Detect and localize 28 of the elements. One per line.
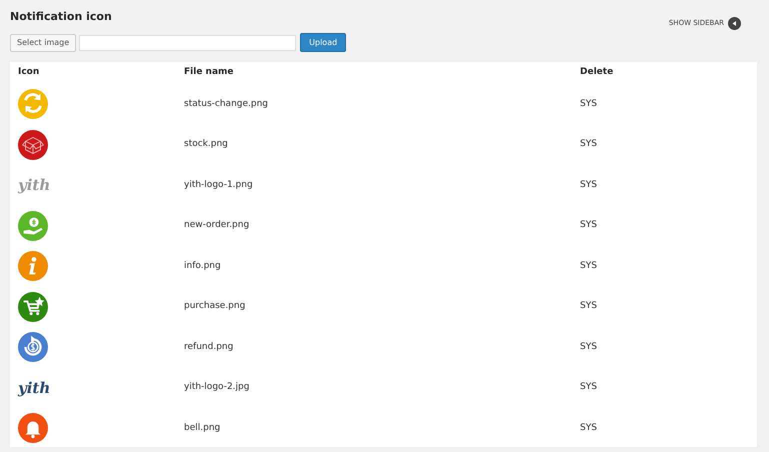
file-name-cell: purchase.png [184,301,246,311]
delete-cell: SYS [580,382,597,392]
logo: yith [18,378,50,397]
file-name-cell: yith-logo-2.jpg [184,382,250,392]
file-name-cell: status-change.png [184,98,268,108]
arrow-left-icon [728,17,741,30]
delete-cell: SYS [580,342,597,352]
file-name-cell: new-order.png [184,220,250,230]
delete-cell: SYS [580,220,597,230]
logo: yith [18,176,50,194]
file-path-field[interactable] [79,34,296,50]
file-name-cell: yith-logo-1.png [184,180,253,190]
column-header: File name [184,66,235,80]
select-image-button[interactable]: Select image [10,34,76,52]
file-name-cell: bell.png [184,422,220,432]
file-name-cell: info.png [184,260,221,270]
delete-cell: SYS [580,301,597,311]
delete-cell: SYS [580,422,597,432]
delete-cell: SYS [580,139,597,149]
file-name-cell: stock.png [184,139,228,149]
column-header: Delete [580,66,614,80]
delete-cell: SYS [580,98,597,108]
delete-cell: SYS [580,180,597,190]
delete-cell: SYS [580,260,597,270]
file-name-cell: refund.png [184,342,234,352]
column-header: Icon [17,66,40,80]
upload-button[interactable]: Upload [300,33,346,52]
page-title: Notification icon [10,9,113,25]
